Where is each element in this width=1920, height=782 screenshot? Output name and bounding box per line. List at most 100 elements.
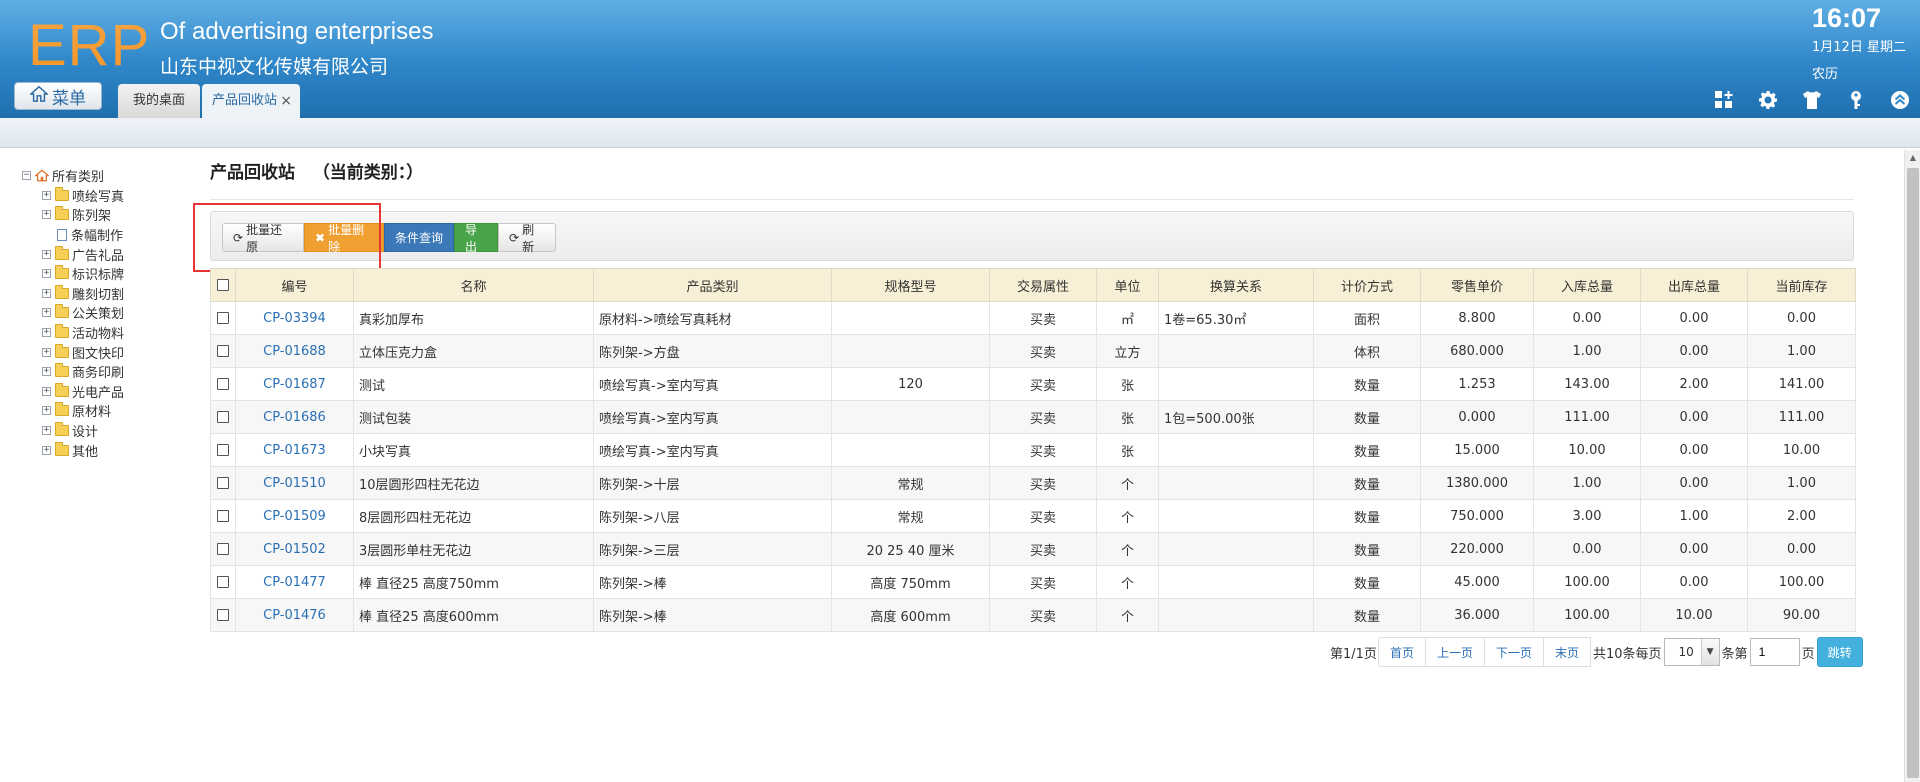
column-header[interactable]: 交易属性 — [989, 268, 1097, 302]
batch-restore-button[interactable]: ⟳ 批量还原 — [222, 223, 304, 254]
column-header[interactable]: 零售单价 — [1420, 268, 1534, 302]
tree-item[interactable]: + 陈列架 — [22, 205, 202, 225]
expand-toggle-icon[interactable]: + — [42, 210, 51, 220]
product-code-link[interactable]: CP-01673 — [235, 433, 354, 467]
row-checkbox[interactable] — [217, 312, 229, 324]
expand-toggle-icon[interactable]: + — [42, 328, 51, 338]
product-code-link[interactable]: CP-01477 — [235, 565, 354, 599]
product-code-link[interactable]: CP-01686 — [235, 400, 354, 434]
column-header[interactable]: 产品类别 — [593, 268, 832, 302]
tab-product-recycle-bin[interactable]: 产品回收站 × — [202, 84, 300, 118]
page-size-select[interactable]: 10 ▼ — [1663, 638, 1720, 666]
next-page-button[interactable]: 下一页 — [1483, 637, 1544, 667]
scroll-up-icon[interactable]: ▲ — [1905, 150, 1920, 166]
key-icon[interactable] — [1844, 88, 1868, 112]
expand-toggle-icon[interactable]: + — [42, 249, 51, 259]
product-code-link[interactable]: CP-01687 — [235, 367, 354, 401]
product-code-link[interactable]: CP-01502 — [235, 532, 354, 566]
expand-toggle-icon[interactable]: + — [42, 367, 51, 377]
table-row[interactable]: CP-01687 测试 喷绘写真->室内写真 120 买卖张 数量 1.253 143.00 2… — [210, 367, 1856, 401]
tree-item[interactable]: + 其他 — [22, 440, 202, 460]
table-cell: 20 25 40 厘米 — [831, 532, 990, 566]
expand-toggle-icon[interactable]: + — [42, 347, 51, 357]
prev-page-button[interactable]: 上一页 — [1424, 637, 1485, 667]
column-header[interactable]: 规格型号 — [831, 268, 990, 302]
expand-toggle-icon[interactable]: + — [42, 406, 51, 416]
last-page-button[interactable]: 末页 — [1542, 637, 1591, 667]
first-page-button[interactable]: 首页 — [1377, 637, 1426, 667]
expand-toggle-icon[interactable]: + — [42, 269, 51, 279]
scrollbar-thumb[interactable] — [1907, 168, 1919, 778]
tree-item[interactable]: + 设计 — [22, 421, 202, 441]
gear-icon[interactable] — [1756, 88, 1780, 112]
grid-plus-icon[interactable] — [1712, 88, 1736, 112]
table-row[interactable]: CP-01477 棒 直径25 高度750mm 陈列架->棒 高度 750mm 买卖个 数… — [210, 565, 1856, 599]
shirt-icon[interactable] — [1800, 88, 1824, 112]
column-header[interactable]: 当前库存 — [1747, 268, 1856, 302]
tree-root-all-categories[interactable]: − 所有类别 — [22, 166, 202, 186]
row-checkbox[interactable] — [217, 477, 229, 489]
collapse-toggle-icon[interactable]: − — [22, 171, 31, 181]
row-checkbox[interactable] — [217, 444, 229, 456]
column-header[interactable]: 名称 — [353, 268, 594, 302]
product-code-link[interactable]: CP-01688 — [235, 334, 354, 368]
table-row[interactable]: CP-01502 3层圆形单柱无花边 陈列架->三层 20 25 40 厘米 买卖个 数量… — [210, 532, 1856, 566]
tree-item[interactable]: + 公关策划 — [22, 303, 202, 323]
tab-my-desktop[interactable]: 我的桌面 — [118, 84, 200, 118]
row-checkbox[interactable] — [217, 609, 229, 621]
expand-toggle-icon[interactable]: + — [42, 190, 51, 200]
tree-item[interactable]: + 雕刻切割 — [22, 284, 202, 304]
table-row[interactable]: CP-01673 小块写真 喷绘写真->室内写真 买卖张数量 15.000 10.00 0.… — [210, 433, 1856, 467]
expand-toggle-icon[interactable]: + — [42, 386, 51, 396]
product-code-link[interactable]: CP-01510 — [235, 466, 354, 500]
expand-toggle-icon[interactable]: + — [42, 308, 51, 318]
home-icon — [35, 169, 49, 182]
tab-close-icon[interactable]: × — [280, 84, 292, 118]
refresh-button[interactable]: ⟳ 刷新 — [498, 223, 556, 254]
go-to-page-button[interactable]: 跳转 — [1816, 637, 1863, 667]
row-checkbox[interactable] — [217, 345, 229, 357]
row-checkbox[interactable] — [217, 543, 229, 555]
tree-item[interactable]: + 喷绘写真 — [22, 186, 202, 206]
table-cell: 喷绘写真->室内写真 — [593, 400, 832, 434]
column-header[interactable]: 单位 — [1096, 268, 1159, 302]
tree-item[interactable]: + 图文快印 — [22, 342, 202, 362]
table-row[interactable]: CP-01686 测试包装 喷绘写真->室内写真 买卖张 1包=500.00张 数量 0.0… — [210, 400, 1856, 434]
product-code-link[interactable]: CP-01509 — [235, 499, 354, 533]
collapse-up-icon[interactable] — [1888, 88, 1912, 112]
product-code-link[interactable]: CP-03394 — [235, 301, 354, 335]
row-checkbox[interactable] — [217, 411, 229, 423]
column-header[interactable]: 换算关系 — [1158, 268, 1314, 302]
table-row[interactable]: CP-03394 真彩加厚布 原材料->喷绘写真耗材 买卖㎡ 1卷=65.30㎡ 面积 8.… — [210, 301, 1856, 335]
expand-toggle-icon[interactable]: + — [42, 445, 51, 455]
table-row[interactable]: CP-01688 立体压克力盒 陈列架->方盘 买卖 立方 体积 680.000 1.00 0.… — [210, 334, 1856, 368]
main-menu-button[interactable]: 菜单 — [14, 82, 102, 110]
select-all-checkbox[interactable] — [217, 279, 229, 291]
vertical-scrollbar[interactable]: ▲ — [1904, 150, 1920, 782]
table-row[interactable]: CP-01510 10层圆形四柱无花边 陈列架->十层 常规 买卖个 数量 1380.000… — [210, 466, 1856, 500]
tree-item[interactable]: + 活动物料 — [22, 323, 202, 343]
row-checkbox[interactable] — [217, 576, 229, 588]
export-button[interactable]: 导出 — [454, 223, 498, 254]
tree-item[interactable]: + 商务印刷 — [22, 362, 202, 382]
page-number-input[interactable] — [1749, 638, 1800, 666]
column-header[interactable]: 计价方式 — [1313, 268, 1421, 302]
tree-label: 喷绘写真 — [72, 189, 125, 205]
tree-item[interactable]: 条幅制作 — [22, 225, 202, 245]
row-checkbox[interactable] — [217, 510, 229, 522]
column-header[interactable]: 编号 — [235, 268, 354, 302]
batch-delete-button[interactable]: ✖ 批量删除 — [304, 223, 384, 254]
tree-item[interactable]: + 光电产品 — [22, 382, 202, 402]
table-row[interactable]: CP-01476 棒 直径25 高度600mm 陈列架->棒 高度 600mm 买卖个 数… — [210, 598, 1856, 632]
condition-query-button[interactable]: 条件查询 — [384, 223, 454, 252]
table-row[interactable]: CP-01509 8层圆形四柱无花边 陈列架->八层 常规 买卖个 数量 750.000 3.… — [210, 499, 1856, 533]
expand-toggle-icon[interactable]: + — [42, 288, 51, 298]
tree-item[interactable]: + 广告礼品 — [22, 244, 202, 264]
expand-toggle-icon[interactable]: + — [42, 426, 51, 436]
product-code-link[interactable]: CP-01476 — [235, 598, 354, 632]
tree-item[interactable]: + 原材料 — [22, 401, 202, 421]
tree-item[interactable]: + 标识标牌 — [22, 264, 202, 284]
row-checkbox[interactable] — [217, 378, 229, 390]
column-header[interactable]: 出库总量 — [1640, 268, 1748, 302]
column-header[interactable]: 入库总量 — [1533, 268, 1641, 302]
